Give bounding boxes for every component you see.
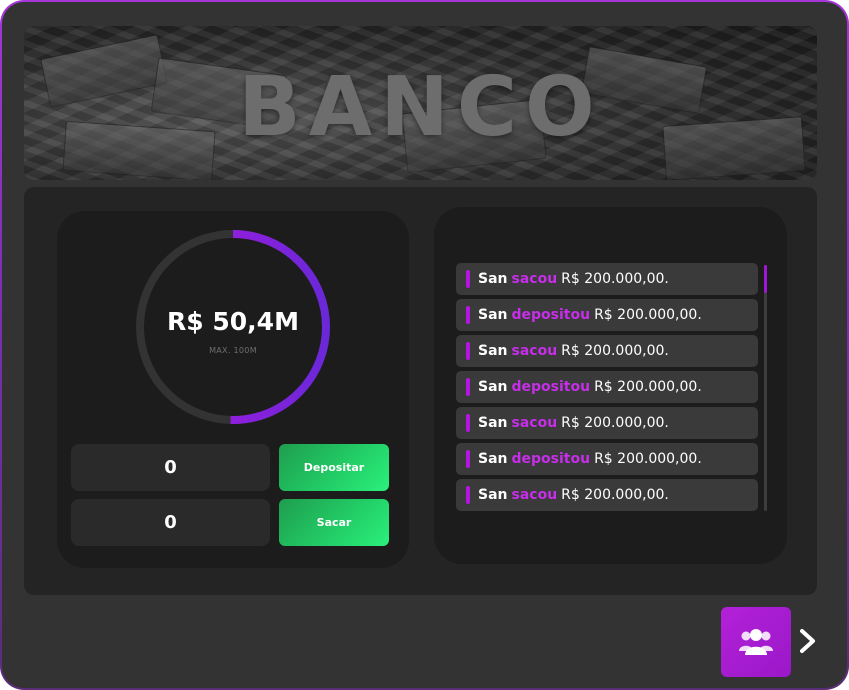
banner: BANCO <box>24 26 817 180</box>
bank-window: BANCO R$ 50,4M MAX. 100M Depo <box>0 0 849 690</box>
log-item-name: San <box>478 487 508 503</box>
log-item: San sacou R$ 200.000,00. <box>456 479 758 511</box>
log-item: San sacou R$ 200.000,00. <box>456 335 758 367</box>
deposit-button[interactable]: Depositar <box>279 444 389 491</box>
log-item-accent-bar <box>466 450 470 468</box>
log-item-name: San <box>478 415 508 431</box>
log-item-action: depositou <box>511 307 591 323</box>
log-item-action: depositou <box>511 379 591 395</box>
log-item-accent-bar <box>466 378 470 396</box>
log-scrollbar[interactable] <box>764 265 767 511</box>
log-item-name: San <box>478 307 508 323</box>
log-item-accent-bar <box>466 342 470 360</box>
log-item-accent-bar <box>466 414 470 432</box>
withdraw-amount-input[interactable] <box>71 499 270 546</box>
log-item: San depositou R$ 200.000,00. <box>456 299 758 331</box>
log-item-amount: R$ 200.000,00. <box>594 451 702 467</box>
log-item-action: sacou <box>511 343 558 359</box>
balance-max-label: MAX. 100M <box>209 346 257 355</box>
balance-value: R$ 50,4M <box>167 307 299 336</box>
log-item-amount: R$ 200.000,00. <box>561 343 669 359</box>
transaction-log-list: San sacou R$ 200.000,00. San depositou R$ 200… <box>456 263 758 515</box>
log-item-action: sacou <box>511 271 558 287</box>
log-item-amount: R$ 200.000,00. <box>561 415 669 431</box>
log-item-action: depositou <box>511 451 591 467</box>
log-item-action: sacou <box>511 487 558 503</box>
log-item-action: sacou <box>511 415 558 431</box>
log-item-accent-bar <box>466 306 470 324</box>
balance-card: R$ 50,4M MAX. 100M Depositar Sacar <box>57 211 409 568</box>
log-item-name: San <box>478 379 508 395</box>
log-item-accent-bar <box>466 270 470 288</box>
withdraw-button[interactable]: Sacar <box>279 499 389 546</box>
log-item: San depositou R$ 200.000,00. <box>456 371 758 403</box>
transaction-log-card: San sacou R$ 200.000,00. San depositou R$ 200… <box>434 207 787 564</box>
log-item-amount: R$ 200.000,00. <box>594 307 702 323</box>
log-item: San sacou R$ 200.000,00. <box>456 407 758 439</box>
log-scroll-thumb[interactable] <box>764 265 767 293</box>
users-group-icon <box>739 629 773 655</box>
bank-panel: BANCO R$ 50,4M MAX. 100M Depo <box>2 2 847 688</box>
deposit-amount-input[interactable] <box>71 444 270 491</box>
banner-title: BANCO <box>238 60 603 155</box>
log-item-name: San <box>478 343 508 359</box>
log-item: San depositou R$ 200.000,00. <box>456 443 758 475</box>
log-item-amount: R$ 200.000,00. <box>561 271 669 287</box>
log-item-amount: R$ 200.000,00. <box>561 487 669 503</box>
log-item-amount: R$ 200.000,00. <box>594 379 702 395</box>
log-item-name: San <box>478 451 508 467</box>
main-content: R$ 50,4M MAX. 100M Depositar Sacar Sansa… <box>24 187 817 595</box>
log-item-name: San <box>478 271 508 287</box>
chevron-right-icon[interactable] <box>796 626 820 656</box>
log-item-accent-bar <box>466 486 470 504</box>
group-button[interactable] <box>721 607 791 677</box>
log-item: San sacou R$ 200.000,00. <box>456 263 758 295</box>
